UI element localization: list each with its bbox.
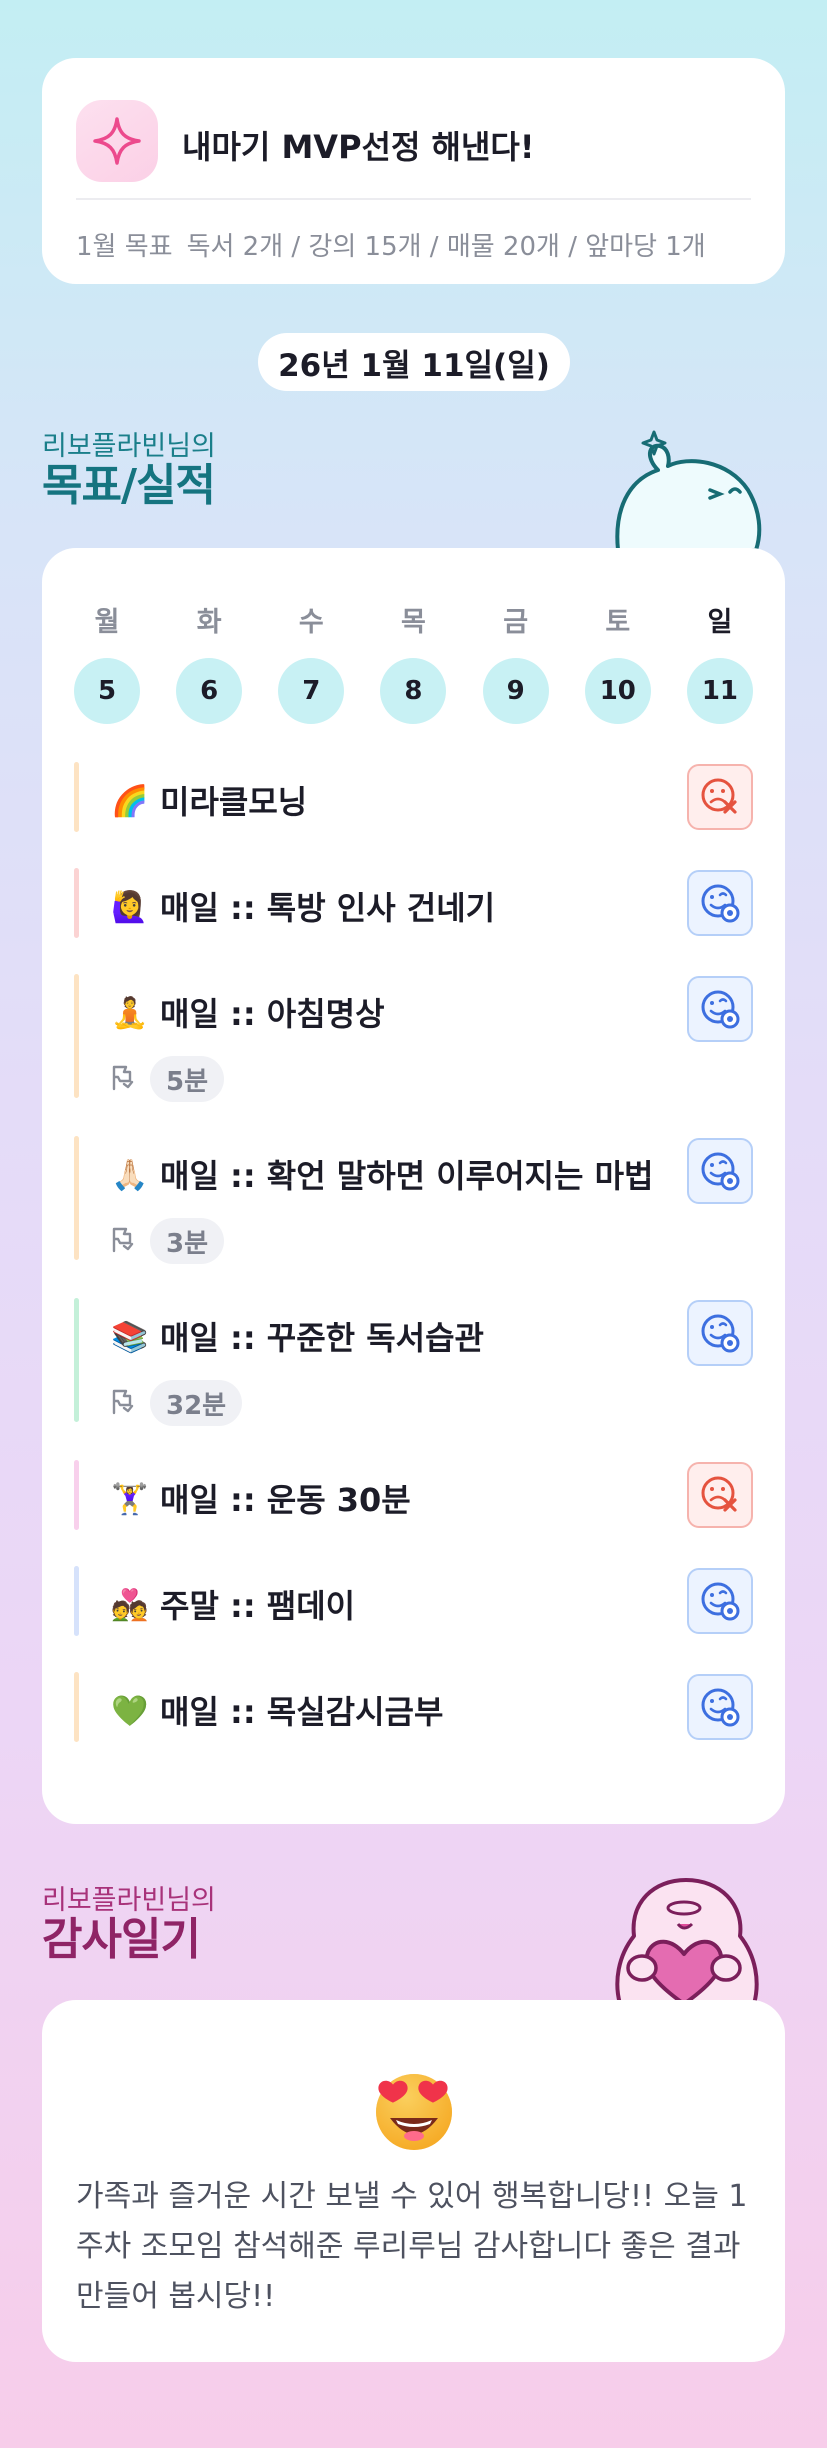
day-name: 일: [707, 607, 733, 638]
task-emoji-icon: 💚: [111, 1694, 149, 1729]
task-emoji-icon: 🌈: [111, 784, 149, 819]
status-done-icon[interactable]: [687, 976, 753, 1042]
task-title: 매일 :: 아침명상: [160, 995, 385, 1033]
task-title: 매일 :: 목실감시금부: [160, 1693, 444, 1731]
task-emoji-icon: 🏋️‍♀️: [111, 1482, 149, 1517]
task-emoji-icon: 🧘: [111, 996, 149, 1031]
day-column[interactable]: 금9: [482, 600, 549, 724]
status-done-icon[interactable]: [687, 870, 753, 936]
day-name: 금: [503, 607, 529, 638]
goals-card: 월 5 화 6 수 7 목 8 금 9 토 10 일 11 🌈 미라클모닝 🙋‍♀️ 매일 :: 톡방 인사 건…: [42, 548, 785, 1824]
time-chip: 5분: [150, 1056, 225, 1102]
task-emoji-icon: 🙏🏻: [111, 1158, 149, 1193]
mascot-waving-icon: [598, 420, 768, 552]
flag-icon: [108, 1062, 138, 1096]
task-color-bar: [74, 1460, 79, 1530]
status-done-icon[interactable]: [687, 1138, 753, 1204]
goals-section-heading: 리보플라빈님의 목표/실적: [42, 432, 216, 510]
task-meta: 3분: [108, 1218, 225, 1264]
task-color-bar: [74, 1566, 79, 1636]
day-name: 목: [401, 607, 426, 638]
task-color-bar: [74, 868, 79, 938]
goal-title: 내마기 MVP선정 해낸다!: [182, 128, 535, 166]
gratitude-text: 가족과 즐거운 시간 보낼 수 있어 행복합니당!! 오늘 1주차 조모임 참석…: [76, 2179, 748, 2314]
task-color-bar: [74, 1136, 79, 1260]
task-row[interactable]: 🧘 매일 :: 아침명상5분: [74, 974, 753, 1102]
date-pill: 26년 1월 11일(일): [258, 333, 570, 391]
time-chip: 32분: [150, 1380, 243, 1426]
time-chip: 3분: [150, 1218, 225, 1264]
task-row[interactable]: 💚 매일 :: 목실감시금부: [74, 1672, 753, 1742]
day-column[interactable]: 목8: [380, 600, 447, 724]
day-column[interactable]: 수7: [278, 600, 345, 724]
task-title: 매일 :: 운동 30분: [160, 1481, 411, 1519]
gratitude-section-heading: 리보플라빈님의 감사일기: [42, 1886, 216, 1964]
task-meta: 5분: [108, 1056, 225, 1102]
day-name: 수: [298, 607, 324, 638]
heart-eyes-face-icon: [370, 2066, 458, 2154]
status-done-icon[interactable]: [687, 1568, 753, 1634]
day-column[interactable]: 월5: [74, 600, 140, 724]
task-color-bar: [74, 1672, 79, 1742]
day-number[interactable]: 6: [176, 658, 243, 724]
day-number[interactable]: 9: [482, 658, 549, 724]
flag-icon: [108, 1224, 138, 1258]
day-number[interactable]: 10: [584, 658, 651, 724]
day-name: 월: [94, 607, 120, 638]
gratitude-section-subtitle: 리보플라빈님의: [42, 1885, 216, 1916]
task-title: 주말 :: 팸데이: [160, 1587, 356, 1625]
status-fail-icon[interactable]: [687, 1462, 753, 1528]
day-name: 화: [196, 607, 222, 638]
task-emoji-icon: 📚: [111, 1320, 149, 1355]
task-title: 매일 :: 톡방 인사 건네기: [160, 889, 496, 927]
day-column[interactable]: 화6: [176, 600, 243, 724]
day-number[interactable]: 11: [686, 658, 753, 724]
week-strip: 월 5 화 6 수 7 목 8 금 9 토 10 일 11: [74, 600, 753, 724]
month-goal-label: 1월 목표: [76, 232, 173, 262]
task-color-bar: [74, 974, 79, 1098]
flag-icon: [108, 1386, 138, 1420]
task-row[interactable]: 🙏🏻 매일 :: 확언 말하면 이루어지는 마법3분: [74, 1136, 753, 1264]
task-row[interactable]: 🙋‍♀️ 매일 :: 톡방 인사 건네기: [74, 868, 753, 938]
gratitude-card: 가족과 즐거운 시간 보낼 수 있어 행복합니당!! 오늘 1주차 조모임 참석…: [42, 2000, 785, 2362]
task-row[interactable]: 🌈 미라클모닝: [74, 762, 753, 832]
task-color-bar: [74, 762, 79, 832]
status-done-icon[interactable]: [687, 1674, 753, 1740]
task-color-bar: [74, 1298, 79, 1422]
status-fail-icon[interactable]: [687, 764, 753, 830]
task-title: 미라클모닝: [160, 783, 308, 821]
day-number[interactable]: 8: [380, 658, 447, 724]
status-done-icon[interactable]: [687, 1300, 753, 1366]
task-row[interactable]: 📚 매일 :: 꾸준한 독서습관32분: [74, 1298, 753, 1426]
task-meta: 32분: [108, 1380, 243, 1426]
divider: [76, 198, 751, 200]
day-number[interactable]: 7: [278, 658, 345, 724]
day-name: 토: [605, 607, 631, 638]
sparkle-icon: [76, 100, 158, 182]
gratitude-section-title: 감사일기: [42, 1914, 201, 1965]
day-column[interactable]: 일 11: [686, 600, 753, 724]
task-emoji-icon: 🙋‍♀️: [111, 890, 149, 925]
task-title: 매일 :: 꾸준한 독서습관: [160, 1319, 484, 1357]
task-title: 매일 :: 확언 말하면 이루어지는 마법: [160, 1157, 654, 1195]
month-goal-text: 독서 2개 / 강의 15개 / 매물 20개 / 앞마당 1개: [186, 232, 706, 262]
month-goals: 1월 목표 독서 2개 / 강의 15개 / 매물 20개 / 앞마당 1개: [76, 226, 706, 263]
goal-card: 내마기 MVP선정 해낸다! 1월 목표 독서 2개 / 강의 15개 / 매물 …: [42, 58, 785, 284]
day-column[interactable]: 토 10: [584, 600, 651, 724]
day-number[interactable]: 5: [74, 658, 140, 724]
task-emoji-icon: 💑: [111, 1588, 149, 1623]
task-row[interactable]: 🏋️‍♀️ 매일 :: 운동 30분: [74, 1460, 753, 1530]
goals-section-subtitle: 리보플라빈님의: [42, 431, 216, 462]
goals-section-title: 목표/실적: [42, 460, 216, 511]
mascot-heart-icon: [596, 1872, 764, 2006]
task-row[interactable]: 💑 주말 :: 팸데이: [74, 1566, 753, 1636]
